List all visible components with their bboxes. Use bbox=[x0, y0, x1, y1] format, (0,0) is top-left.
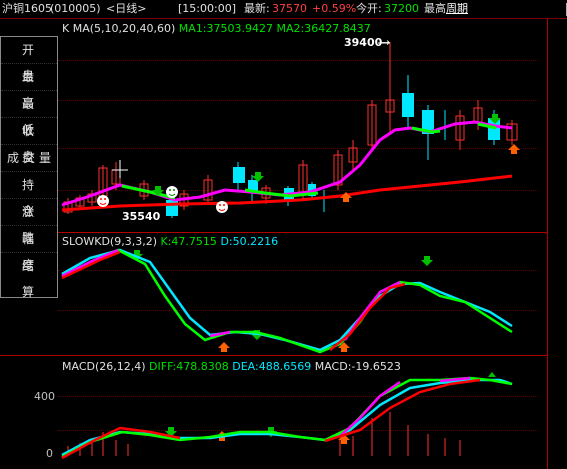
chart-canvas bbox=[61, 42, 520, 460]
menu-item-open-interest[interactable]: 持仓 bbox=[1, 172, 57, 218]
menu-item-amplitude[interactable]: 幅度 bbox=[1, 226, 57, 272]
low-annotation: 35540 bbox=[122, 210, 161, 223]
smiley-icon bbox=[97, 195, 109, 207]
candles bbox=[63, 42, 518, 218]
kd-d-line bbox=[61, 248, 513, 352]
menu-item-settlement[interactable]: 结算 bbox=[1, 253, 57, 299]
kd-red-line bbox=[329, 282, 406, 351]
down-arrow-icon bbox=[131, 114, 501, 437]
kd-red-line bbox=[61, 250, 121, 280]
menu-item-volume[interactable]: 成交量 bbox=[1, 145, 57, 172]
menu-item-low[interactable]: 最低 bbox=[1, 91, 57, 137]
menu-item-close[interactable]: 收盘 bbox=[1, 118, 57, 164]
smiley-icon bbox=[166, 186, 178, 198]
kd-k-line bbox=[61, 248, 513, 354]
field-menu: 开盘 最高 最低 收盘 成交量 持仓 涨跌 幅度 结算 bbox=[0, 36, 58, 299]
menu-item-high[interactable]: 最高 bbox=[1, 64, 57, 110]
menu-item-open[interactable]: 开盘 bbox=[1, 37, 57, 83]
high-arrow-icon: → bbox=[381, 36, 391, 49]
high-annotation: 39400 bbox=[344, 36, 383, 49]
smiley-icon bbox=[216, 201, 228, 213]
menu-item-change[interactable]: 涨跌 bbox=[1, 199, 57, 245]
kd-k-line-magenta bbox=[61, 248, 119, 278]
